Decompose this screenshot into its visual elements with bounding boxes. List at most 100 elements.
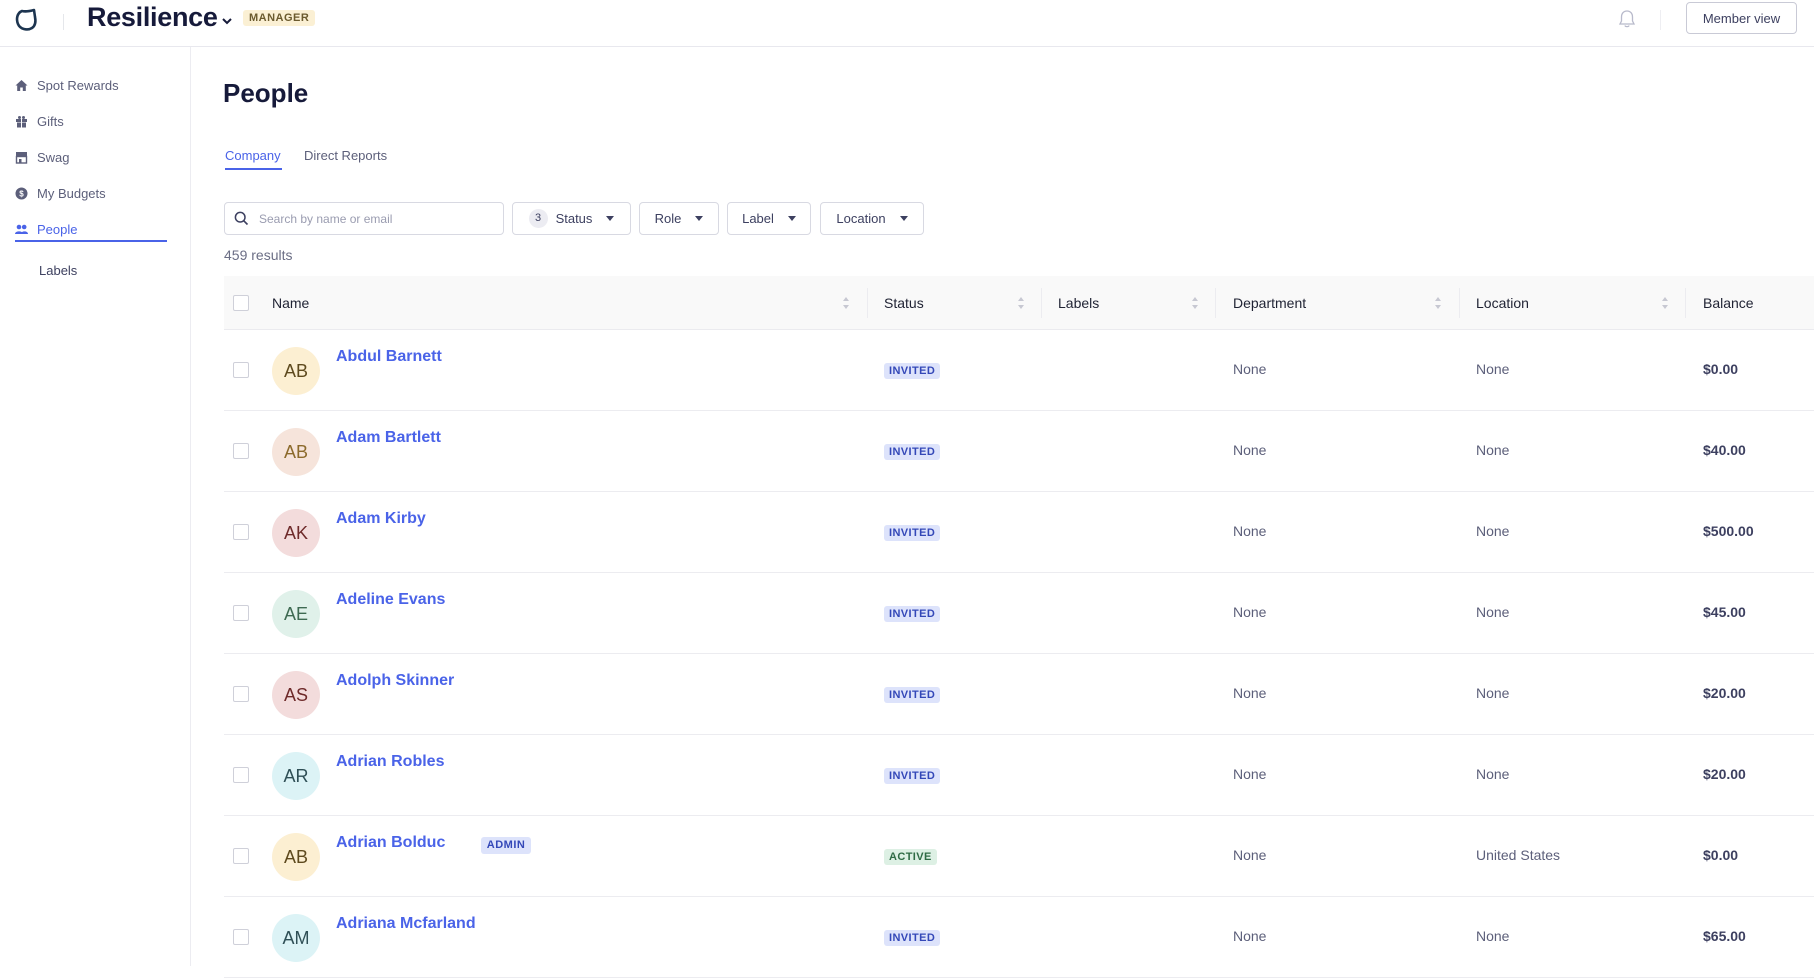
location-cell: None bbox=[1476, 766, 1510, 782]
avatar: AS bbox=[272, 671, 320, 719]
location-cell: None bbox=[1476, 523, 1510, 539]
location-cell: None bbox=[1476, 442, 1510, 458]
column-label: Department bbox=[1233, 295, 1307, 311]
row-checkbox[interactable] bbox=[233, 443, 249, 459]
person-name-link[interactable]: Adrian Robles bbox=[336, 753, 444, 771]
table-row: AB Adam Bartlett INVITED None None $40.0… bbox=[224, 411, 1814, 492]
sort-icon[interactable] bbox=[1661, 296, 1669, 310]
location-cell: None bbox=[1476, 361, 1510, 377]
column-divider bbox=[1041, 288, 1042, 318]
member-view-button[interactable]: Member view bbox=[1686, 2, 1797, 34]
row-checkbox[interactable] bbox=[233, 524, 249, 540]
person-name-link[interactable]: Adolph Skinner bbox=[336, 672, 454, 690]
row-checkbox[interactable] bbox=[233, 767, 249, 783]
people-icon bbox=[15, 223, 28, 236]
page-title: People bbox=[223, 78, 309, 108]
status-badge: INVITED bbox=[884, 930, 941, 946]
location-cell: None bbox=[1476, 685, 1510, 701]
role-filter-dropdown[interactable]: Role bbox=[639, 202, 719, 235]
store-icon bbox=[15, 151, 28, 164]
table-row: AB Abdul Barnett INVITED None None $0.00 bbox=[224, 330, 1814, 411]
balance-cell: $500.00 bbox=[1703, 523, 1754, 539]
person-name-link[interactable]: Adriana Mcfarland bbox=[336, 915, 476, 933]
table-row: AR Adrian Robles INVITED None None $20.0… bbox=[224, 735, 1814, 816]
sidebar-subitem-labels[interactable]: Labels bbox=[39, 263, 77, 278]
sidebar: Spot Rewards Gifts Swag $ My Budgets Peo… bbox=[0, 47, 191, 966]
column-divider bbox=[1215, 288, 1216, 318]
search-field[interactable] bbox=[224, 202, 504, 235]
column-header-department[interactable]: Department bbox=[1233, 276, 1306, 330]
filter-count-badge: 3 bbox=[528, 209, 548, 228]
sort-icon[interactable] bbox=[1017, 296, 1025, 310]
department-cell: None bbox=[1233, 766, 1267, 782]
avatar-initials: AB bbox=[283, 441, 308, 462]
person-name-link[interactable]: Adeline Evans bbox=[336, 591, 445, 609]
caret-down-icon bbox=[787, 216, 796, 221]
resilience-logo-icon[interactable] bbox=[14, 7, 40, 33]
tab-direct-reports[interactable]: Direct Reports bbox=[304, 148, 387, 163]
sidebar-item-label: People bbox=[37, 221, 78, 237]
column-header-labels[interactable]: Labels bbox=[1058, 276, 1099, 330]
tab-company[interactable]: Company bbox=[225, 148, 281, 163]
department-cell: None bbox=[1233, 604, 1267, 620]
sidebar-item-label: Swag bbox=[37, 149, 70, 165]
sort-icon[interactable] bbox=[842, 296, 850, 310]
sidebar-item-swag[interactable]: Swag bbox=[15, 145, 70, 169]
divider bbox=[63, 14, 64, 30]
location-filter-dropdown[interactable]: Location bbox=[820, 202, 924, 235]
sidebar-item-my-budgets[interactable]: $ My Budgets bbox=[15, 181, 106, 205]
column-header-name[interactable]: Name bbox=[272, 276, 309, 330]
sidebar-item-people[interactable]: People bbox=[15, 217, 77, 241]
balance-cell: $20.00 bbox=[1703, 685, 1746, 701]
search-input[interactable] bbox=[259, 211, 489, 226]
avatar-initials: AK bbox=[283, 522, 308, 543]
brand-name: Resilience bbox=[87, 2, 218, 32]
people-table: Name Status Labels Department Location B… bbox=[224, 276, 1814, 978]
balance-cell: $20.00 bbox=[1703, 766, 1746, 782]
sort-icon[interactable] bbox=[1191, 296, 1199, 310]
results-count: 459 results bbox=[224, 247, 293, 263]
person-name-link[interactable]: Adam Kirby bbox=[336, 510, 426, 528]
row-checkbox[interactable] bbox=[233, 362, 249, 378]
balance-cell: $65.00 bbox=[1703, 928, 1746, 944]
column-header-location[interactable]: Location bbox=[1476, 276, 1529, 330]
person-name-link[interactable]: Adam Bartlett bbox=[336, 429, 441, 447]
avatar-initials: AM bbox=[282, 927, 310, 948]
status-badge: INVITED bbox=[884, 606, 941, 622]
caret-down-icon bbox=[606, 216, 615, 221]
sidebar-item-gifts[interactable]: Gifts bbox=[15, 109, 64, 133]
status-badge: INVITED bbox=[884, 768, 941, 784]
dollar-circle-icon: $ bbox=[15, 187, 28, 200]
status-filter-dropdown[interactable]: 3 Status bbox=[512, 202, 631, 235]
row-checkbox[interactable] bbox=[233, 686, 249, 702]
column-label: Name bbox=[272, 295, 310, 311]
bell-icon[interactable] bbox=[1616, 8, 1638, 30]
column-label: Status bbox=[884, 295, 924, 311]
sidebar-item-label: Spot Rewards bbox=[37, 77, 119, 93]
label-filter-dropdown[interactable]: Label bbox=[727, 202, 811, 235]
status-badge: ACTIVE bbox=[884, 849, 937, 865]
column-header-balance[interactable]: Balance bbox=[1703, 276, 1754, 330]
department-cell: None bbox=[1233, 928, 1267, 944]
column-label: Labels bbox=[1058, 295, 1100, 311]
balance-cell: $45.00 bbox=[1703, 604, 1746, 620]
svg-text:$: $ bbox=[19, 189, 24, 198]
caret-down-icon bbox=[695, 216, 704, 221]
search-icon bbox=[234, 211, 249, 226]
row-checkbox[interactable] bbox=[233, 848, 249, 864]
filter-label: Label bbox=[742, 211, 774, 226]
organization-switcher[interactable]: Resilience bbox=[87, 2, 233, 33]
column-divider bbox=[867, 288, 868, 318]
avatar-initials: AE bbox=[283, 603, 308, 624]
row-checkbox[interactable] bbox=[233, 605, 249, 621]
sort-icon[interactable] bbox=[1434, 296, 1442, 310]
balance-cell: $40.00 bbox=[1703, 442, 1746, 458]
sidebar-item-spot-rewards[interactable]: Spot Rewards bbox=[15, 73, 119, 97]
select-all-checkbox[interactable] bbox=[233, 295, 249, 311]
department-cell: None bbox=[1233, 523, 1267, 539]
row-checkbox[interactable] bbox=[233, 929, 249, 945]
column-header-status[interactable]: Status bbox=[884, 276, 924, 330]
avatar: AR bbox=[272, 752, 320, 800]
person-name-link[interactable]: Abdul Barnett bbox=[336, 348, 442, 366]
person-name-link[interactable]: Adrian Bolduc bbox=[336, 834, 445, 852]
